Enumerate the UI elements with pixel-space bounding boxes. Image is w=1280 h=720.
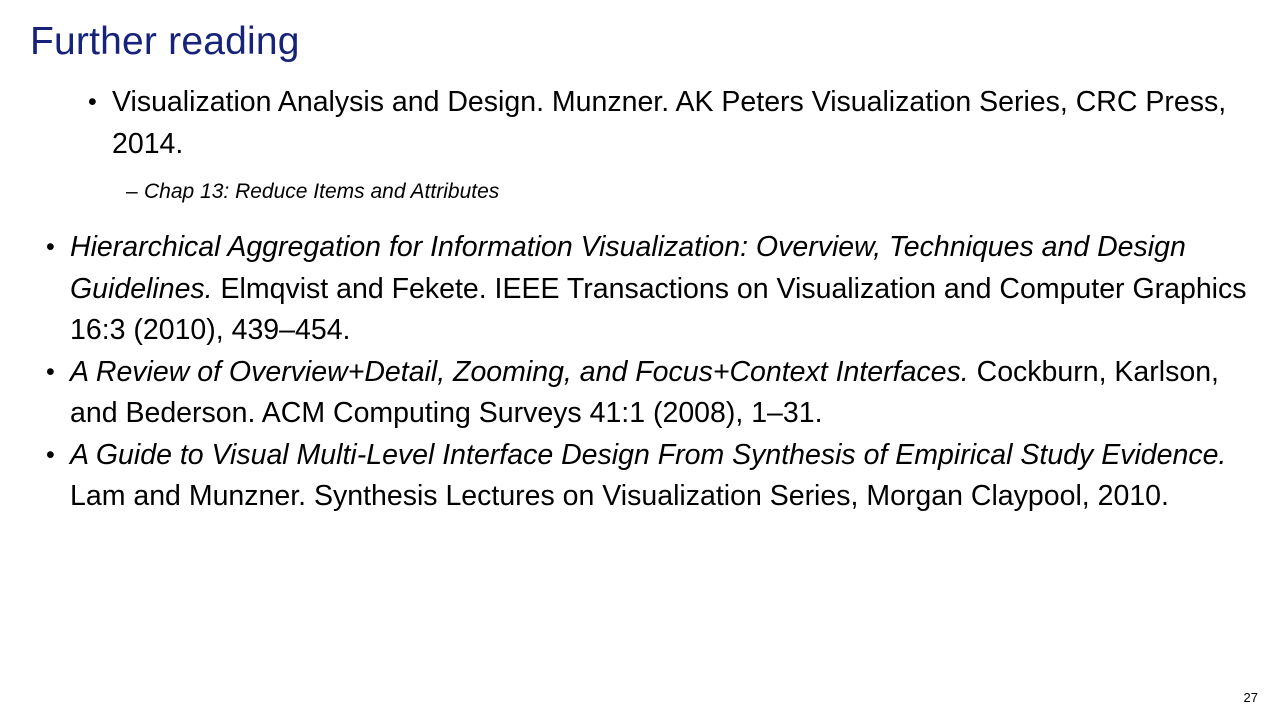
- reference-title: Visualization Analysis and Design.: [112, 86, 544, 118]
- page-number: 27: [1243, 690, 1258, 705]
- list-item: • Visualization Analysis and Design. Munz…: [28, 82, 1263, 165]
- bullet-marker-icon: •: [88, 88, 97, 116]
- list-item: • A Guide to Visual Multi-Level Interface…: [28, 435, 1263, 518]
- page-title: Further reading: [30, 20, 300, 63]
- bullet-marker-icon: •: [46, 233, 55, 261]
- reference-list: • Visualization Analysis and Design. Munz…: [28, 82, 1263, 518]
- reference-details: Lam and Munzner. Synthesis Lectures on V…: [70, 480, 1169, 512]
- bullet-marker-icon: •: [46, 357, 55, 386]
- list-item-sub: – Chap 13: Reduce Items and Attributes: [28, 175, 1263, 209]
- dash-marker-icon: –: [126, 180, 138, 203]
- list-item: • Hierarchical Aggregation for Informatio…: [28, 227, 1263, 352]
- reference-title: A Review of Overview+Detail, Zooming, an…: [70, 355, 969, 388]
- list-item: • A Review of Overview+Detail, Zooming, a…: [28, 352, 1263, 435]
- slide-canvas: Further reading • Visualization Analysis …: [0, 0, 1280, 720]
- bullet-marker-icon: •: [46, 440, 55, 469]
- sub-item-label: Chap 13: Reduce Items and Attributes: [144, 180, 500, 203]
- reference-title: A Guide to Visual Multi-Level Interface …: [70, 438, 1227, 471]
- reference-details: Elmqvist and Fekete. IEEE Transactions o…: [70, 272, 1247, 347]
